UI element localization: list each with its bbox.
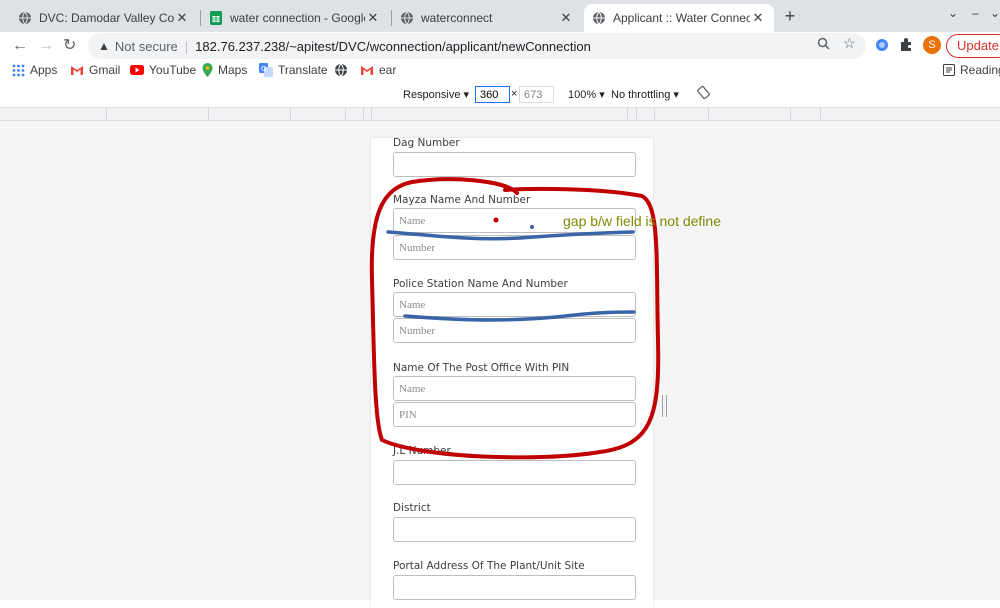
translate-icon: G xyxy=(259,63,273,77)
update-button[interactable]: Update xyxy=(946,34,1000,58)
bookmark-ear[interactable]: ear xyxy=(360,63,396,77)
device-mode-label: Responsive xyxy=(403,89,461,101)
portal-address-label: Portal Address Of The Plant/Unit Site xyxy=(393,560,585,572)
bookmark-label: Translate xyxy=(278,63,328,77)
back-arrow-icon[interactable]: ← xyxy=(12,36,28,56)
district-input[interactable] xyxy=(393,517,636,542)
viewport-height-input[interactable] xyxy=(519,86,554,103)
youtube-icon xyxy=(130,65,144,75)
minimize-icon[interactable]: – xyxy=(972,6,979,20)
gmail-icon xyxy=(70,65,84,76)
bookmark-label: ear xyxy=(379,63,397,77)
throttling-select[interactable]: No throttling ▾ xyxy=(611,88,679,101)
bookmark-apps[interactable]: Apps xyxy=(12,63,57,77)
portal-address-input[interactable] xyxy=(393,575,636,600)
tab-water-connection-sheet[interactable]: water connection - Google Sh ✕ xyxy=(201,4,389,32)
post-office-pin-input[interactable] xyxy=(393,402,636,427)
police-station-name-input[interactable] xyxy=(393,292,636,317)
police-station-label: Police Station Name And Number xyxy=(393,278,568,290)
bookmark-label: Apps xyxy=(30,63,58,77)
close-icon[interactable]: ✕ xyxy=(558,10,574,26)
browser-toolbar: ← → ↻ ▲ Not secure | 182.76.237.238/~api… xyxy=(0,32,1000,60)
bookmark-label: Maps xyxy=(218,63,248,77)
maps-pin-icon xyxy=(202,63,213,77)
sheets-icon xyxy=(209,11,223,25)
svg-text:G: G xyxy=(261,65,266,73)
tab-title: Applicant :: Water Connection xyxy=(613,11,750,25)
tab-title: water connection - Google Sh xyxy=(230,11,365,25)
zoom-search-icon[interactable] xyxy=(817,37,830,53)
globe-icon xyxy=(592,11,606,25)
tab-waterconnect[interactable]: waterconnect ✕ xyxy=(392,4,582,32)
jl-number-label: J.L Number xyxy=(393,445,451,457)
tab-applicant-water-connection[interactable]: Applicant :: Water Connection ✕ xyxy=(584,4,774,32)
media-query-ruler xyxy=(0,108,1000,121)
url-text[interactable]: 182.76.237.238/~apitest/DVC/wconnection/… xyxy=(195,39,591,54)
extensions-puzzle-icon[interactable] xyxy=(899,37,914,57)
gmail-icon xyxy=(360,65,374,76)
device-viewport: Dag Number Mayza Name And Number Police … xyxy=(0,121,1000,608)
zoom-select[interactable]: 100% ▾ xyxy=(568,88,605,101)
bookmark-label: YouTube xyxy=(149,63,197,77)
divider: | xyxy=(184,38,189,54)
globe-icon xyxy=(400,11,414,25)
tab-strip: DVC: Damodar Valley Corpora ✕ water conn… xyxy=(0,0,1000,32)
mayza-label: Mayza Name And Number xyxy=(393,194,531,206)
viewport-width-input[interactable] xyxy=(475,86,510,103)
globe-icon xyxy=(334,63,348,77)
viewport-resize-handle[interactable] xyxy=(662,395,667,417)
bookmark-translate[interactable]: G Translate xyxy=(259,63,328,77)
globe-icon xyxy=(18,11,32,25)
bookmark-gmail[interactable]: Gmail xyxy=(70,63,120,77)
mobile-page: Dag Number Mayza Name And Number Police … xyxy=(371,137,653,608)
reading-list-icon xyxy=(943,64,955,76)
throttling-label: No throttling xyxy=(611,89,671,101)
reading-list[interactable]: Reading xyxy=(943,63,1000,77)
device-mode-select[interactable]: Responsive ▾ xyxy=(403,88,469,101)
reading-list-label: Reading xyxy=(960,63,1000,77)
tab-dvc[interactable]: DVC: Damodar Valley Corpora ✕ xyxy=(10,4,198,32)
annotation-note: gap b/w field is not define xyxy=(563,213,721,229)
bookmark-star-icon[interactable]: ☆ xyxy=(843,35,856,52)
apps-grid-icon xyxy=(12,64,25,77)
close-icon[interactable]: ✕ xyxy=(174,10,190,26)
profile-avatar[interactable]: S xyxy=(923,36,941,54)
post-office-name-input[interactable] xyxy=(393,376,636,401)
police-station-number-input[interactable] xyxy=(393,318,636,343)
bookmarks-bar: Apps Gmail YouTube Maps G Translate ear … xyxy=(0,60,1000,82)
bookmark-globe[interactable] xyxy=(334,63,353,77)
bookmark-label: Gmail xyxy=(89,63,121,77)
bookmark-youtube[interactable]: YouTube xyxy=(130,63,196,77)
reload-icon[interactable]: ↻ xyxy=(63,36,76,56)
rotate-icon[interactable] xyxy=(697,85,710,102)
device-toolbar: Responsive ▾ × 100% ▾ No throttling ▾ xyxy=(0,82,1000,108)
dag-number-input[interactable] xyxy=(393,152,636,177)
close-icon[interactable]: ✕ xyxy=(750,10,766,26)
district-label: District xyxy=(393,502,431,514)
mayza-number-input[interactable] xyxy=(393,235,636,260)
tab-search-chevron-icon[interactable]: ⌄ xyxy=(948,6,958,20)
tab-title: waterconnect xyxy=(421,11,493,25)
extension-circle-icon[interactable] xyxy=(875,38,889,57)
security-label: Not secure xyxy=(114,38,178,54)
zoom-label: 100% xyxy=(568,89,597,101)
post-office-label: Name Of The Post Office With PIN xyxy=(393,362,570,374)
bookmark-maps[interactable]: Maps xyxy=(202,63,247,77)
tab-title: DVC: Damodar Valley Corpora xyxy=(39,11,174,25)
forward-arrow-icon[interactable]: → xyxy=(38,36,54,56)
dag-number-label: Dag Number xyxy=(393,137,460,149)
address-bar[interactable]: ▲ Not secure | 182.76.237.238/~apitest/D… xyxy=(88,33,866,59)
close-icon[interactable]: ✕ xyxy=(365,10,381,26)
new-tab-plus-icon[interactable]: + xyxy=(780,5,800,27)
maximize-icon[interactable]: ⌄ xyxy=(990,6,1000,20)
warning-icon[interactable]: ▲ xyxy=(98,39,110,53)
jl-number-input[interactable] xyxy=(393,460,636,485)
dimension-times-icon: × xyxy=(511,88,518,100)
